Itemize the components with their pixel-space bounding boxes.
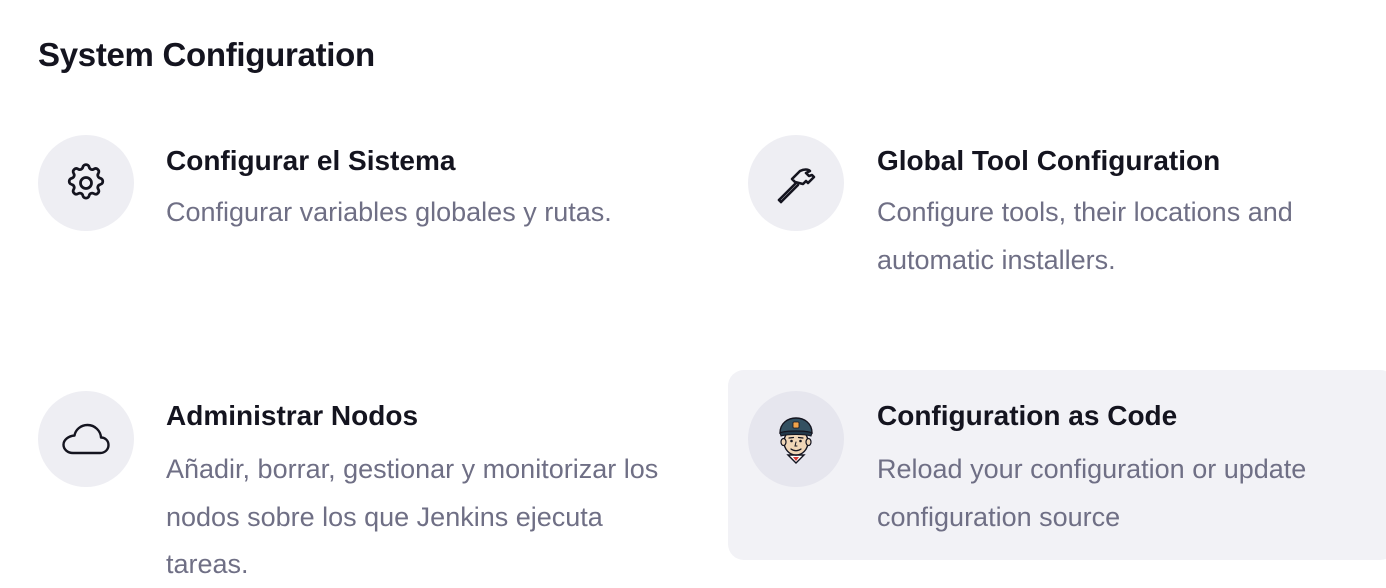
jenkins-logo-icon-circle (748, 391, 844, 487)
card-description: Configurar variables globales y rutas. (166, 197, 612, 227)
card-description: Configure tools, their locations and aut… (877, 197, 1293, 275)
card-title: Administrar Nodos (166, 400, 419, 431)
card-title: Global Tool Configuration (877, 145, 1221, 176)
card-description: Reload your configuration or update conf… (877, 454, 1307, 532)
gear-icon-circle (38, 135, 134, 231)
card-configuration-as-code[interactable]: Configuration as Code Reload your config… (728, 370, 1386, 560)
hammer-icon (772, 159, 820, 207)
card-title: Configurar el Sistema (166, 145, 456, 176)
card-title: Configuration as Code (877, 400, 1178, 431)
card-configure-system[interactable]: Configurar el Sistema Configurar variabl… (28, 125, 688, 345)
system-configuration-page: System Configuration Configurar el Siste… (0, 0, 1386, 588)
card-global-tool-configuration[interactable]: Global Tool Configuration Configure tool… (738, 125, 1386, 345)
section-title: System Configuration (38, 36, 375, 73)
cloud-icon (61, 421, 111, 457)
card-manage-nodes[interactable]: Administrar Nodos Añadir, borrar, gestio… (28, 380, 688, 588)
gear-icon (64, 161, 108, 205)
hammer-icon-circle (748, 135, 844, 231)
card-description: Añadir, borrar, gestionar y monitorizar … (166, 454, 659, 579)
cloud-icon-circle (38, 391, 134, 487)
jenkins-logo-icon (774, 413, 818, 465)
